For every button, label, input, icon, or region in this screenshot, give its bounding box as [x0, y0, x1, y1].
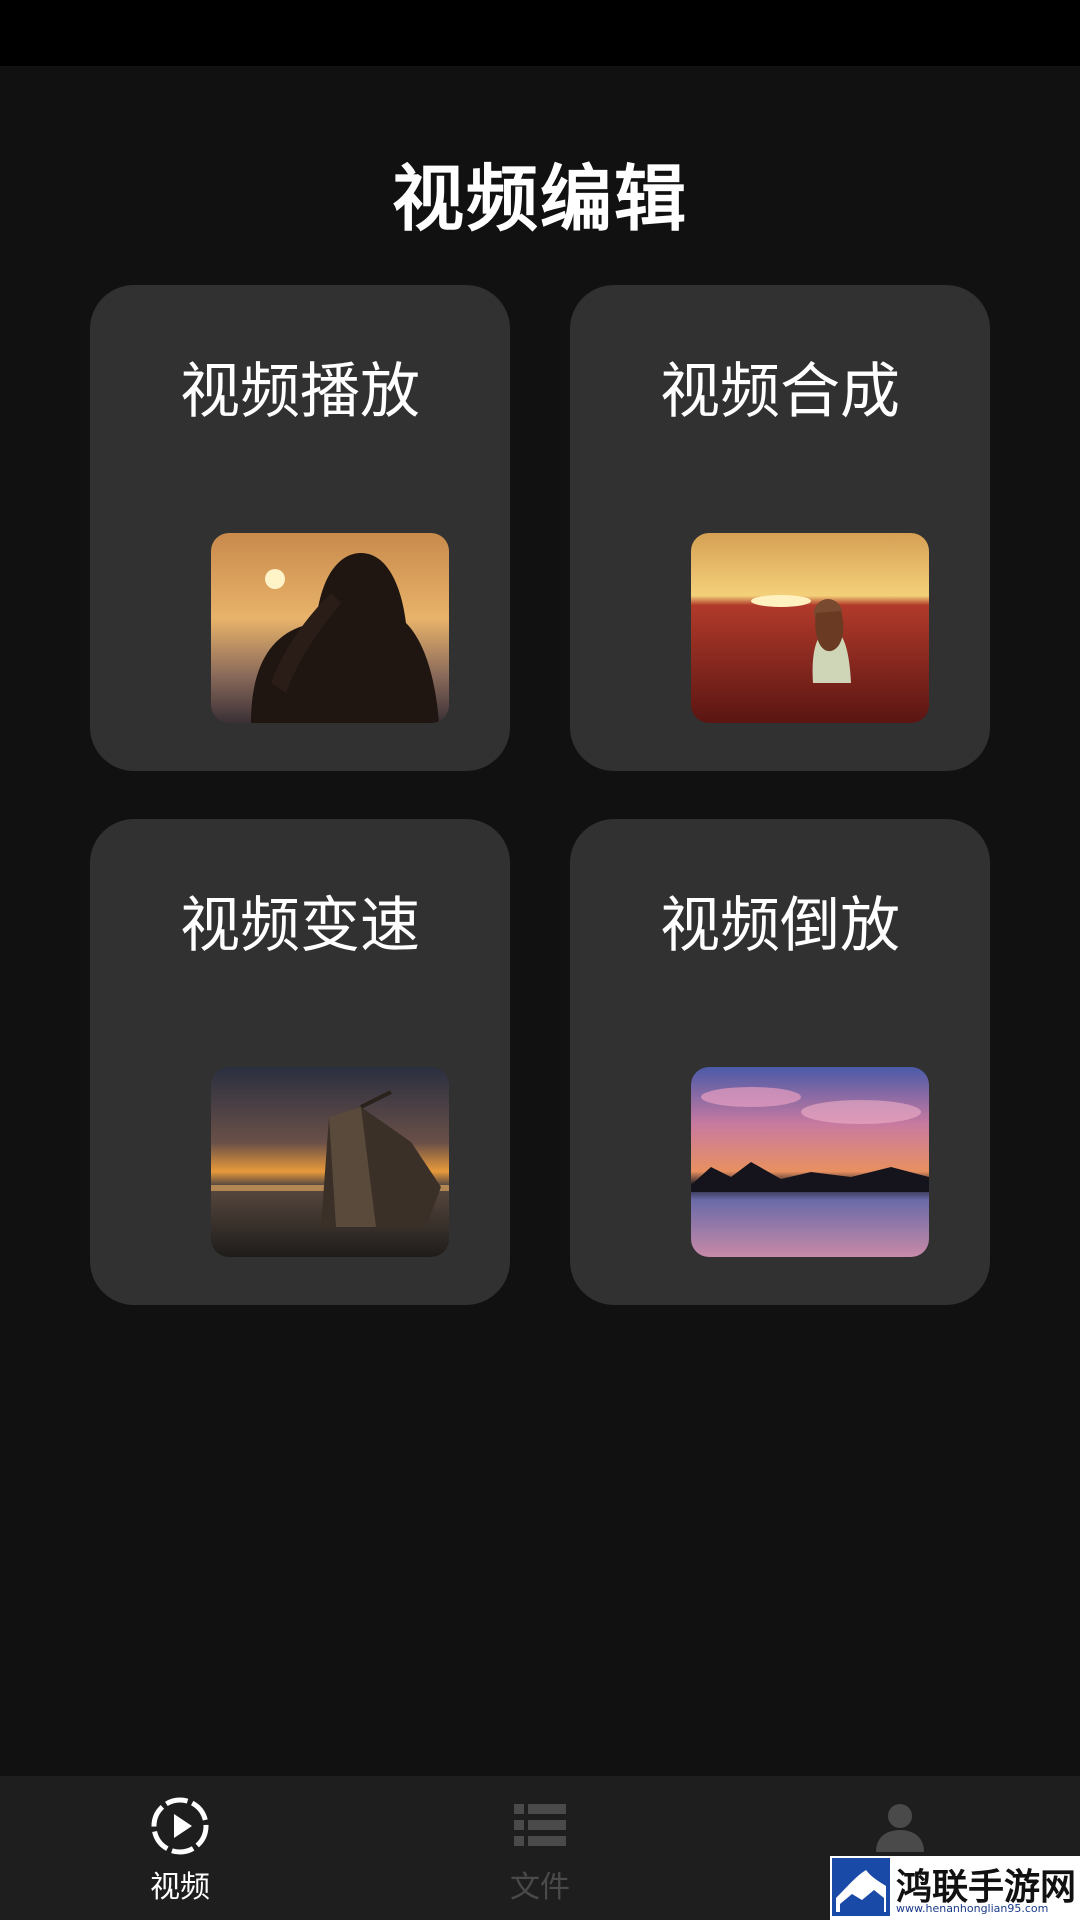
status-bar [0, 0, 1080, 66]
video-reverse-card[interactable]: 视频倒放 [570, 819, 990, 1305]
tab-label: 视频 [150, 1870, 210, 1905]
watermark-url: www.henanhonglian95.com [896, 1902, 1049, 1915]
girl-flower-field-photo [691, 533, 929, 723]
card-label: 视频合成 [660, 357, 900, 427]
lake-clouds-photo [691, 1067, 929, 1257]
card-label: 视频播放 [180, 357, 420, 427]
page-title: 视频编辑 [391, 157, 688, 241]
card-label: 视频变速 [180, 891, 420, 961]
card-label: 视频倒放 [660, 891, 900, 961]
person-icon [876, 1804, 924, 1852]
tab-label: 文件 [510, 1870, 570, 1905]
video-speed-card[interactable]: 视频变速 [90, 819, 510, 1305]
woman-sunset-photo [211, 533, 449, 723]
tab-files[interactable]: 文件 [440, 1776, 640, 1920]
shipwreck-sunset-photo [211, 1067, 449, 1257]
video-merge-card[interactable]: 视频合成 [570, 285, 990, 771]
watermark-logo-icon [832, 1858, 890, 1916]
watermark: 鸿联手游网 www.henanhonglian95.com [830, 1856, 1080, 1920]
play-circle-icon [151, 1797, 209, 1855]
video-play-card[interactable]: 视频播放 [90, 285, 510, 771]
list-icon [514, 1804, 566, 1846]
tab-video[interactable]: 视频 [80, 1776, 280, 1920]
